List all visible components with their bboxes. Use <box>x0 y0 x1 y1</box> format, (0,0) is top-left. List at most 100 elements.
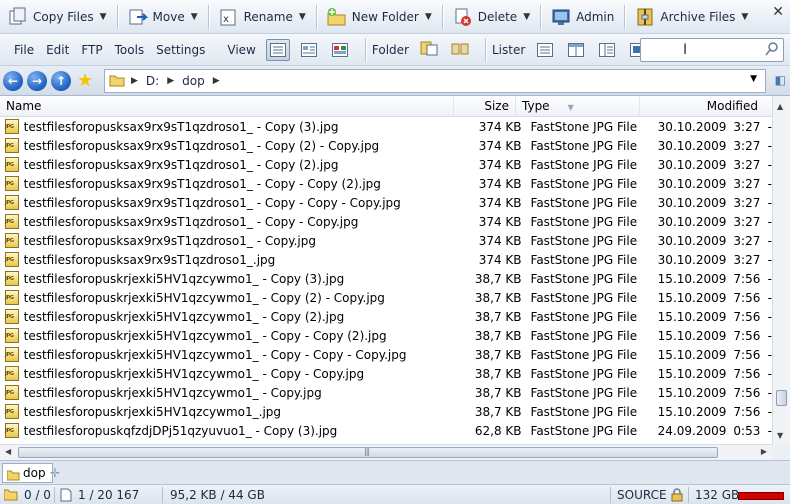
chevron-right-icon[interactable]: ▶ <box>131 76 138 86</box>
menu-tools[interactable]: Tools <box>115 43 145 57</box>
scrollbar-thumb[interactable] <box>776 390 787 406</box>
chevron-down-icon[interactable]: ▼ <box>100 12 107 22</box>
up-icon[interactable]: ↑ <box>51 70 71 91</box>
chevron-down-icon[interactable]: ▼ <box>299 12 306 22</box>
move-button[interactable]: Move ▼ <box>124 4 202 30</box>
chevron-down-icon[interactable]: ▼ <box>523 12 530 22</box>
folder-options-button[interactable] <box>417 39 441 61</box>
delete-button[interactable]: Delete ▼ <box>449 4 534 30</box>
scroll-up-icon[interactable]: ▲ <box>777 102 783 111</box>
menu-folder[interactable]: Folder <box>372 43 409 57</box>
file-size: 374 KB <box>478 195 522 210</box>
status-divider <box>610 487 611 503</box>
navigation-bar: ← → ↑ ★ ▶ D: ▶ dop ▶ ▼ ◧ <box>0 66 790 96</box>
chevron-right-icon[interactable]: ▶ <box>167 76 174 86</box>
table-row[interactable]: testfilesforopuskrjexki5HV1qzcywmo1_ - C… <box>0 364 772 383</box>
rename-button[interactable]: x Rename ▼ <box>215 4 310 30</box>
chevron-right-icon[interactable]: ▶ <box>213 76 220 86</box>
scroll-down-icon[interactable]: ▼ <box>777 431 783 440</box>
favorites-icon[interactable]: ★ <box>77 70 93 91</box>
table-row[interactable]: testfilesforopuskrjexki5HV1qzcywmo1_ - C… <box>0 383 772 402</box>
lister-dual-vertical-button[interactable] <box>564 39 588 61</box>
column-modified[interactable]: Modified <box>640 96 764 117</box>
text-cursor-icon: I <box>683 42 688 58</box>
file-type: FastStone JPG File <box>530 157 638 172</box>
lock-icon[interactable] <box>670 488 684 504</box>
file-size: 374 KB <box>478 214 522 229</box>
new-folder-button[interactable]: New Folder ▼ <box>323 4 436 30</box>
menu-file[interactable]: File <box>14 43 34 57</box>
file-date: 24.09.2009 <box>657 423 727 438</box>
chevron-down-icon[interactable]: ▼ <box>741 12 748 22</box>
breadcrumb-folder[interactable]: dop <box>182 74 205 88</box>
file-extra: - <box>767 423 772 438</box>
table-row[interactable]: testfilesforopusksax9rx9sT1qzdroso1_ - C… <box>0 212 772 231</box>
table-row[interactable]: testfilesforopusksax9rx9sT1qzdroso1_ - C… <box>0 136 772 155</box>
table-row[interactable]: testfilesforopusksax9rx9sT1qzdroso1_ - C… <box>0 174 772 193</box>
close-icon[interactable]: ✕ <box>772 4 784 20</box>
table-row[interactable]: testfilesforopuskrjexki5HV1qzcywmo1_.jpg… <box>0 402 772 421</box>
column-size[interactable]: Size <box>454 95 516 117</box>
chevron-down-icon[interactable]: ▼ <box>425 12 432 22</box>
file-extra: - <box>767 404 772 419</box>
search-icon[interactable] <box>765 42 779 59</box>
table-row[interactable]: testfilesforopusksax9rx9sT1qzdroso1_ - C… <box>0 155 772 174</box>
column-name[interactable]: Name <box>0 95 454 117</box>
search-box[interactable]: I <box>640 38 784 62</box>
view-thumbnails-button[interactable] <box>328 39 352 61</box>
scroll-left-icon[interactable]: ◀ <box>5 447 11 456</box>
copy-files-button[interactable]: Copy Files ▼ <box>4 4 111 30</box>
lister-tree-button[interactable] <box>595 39 619 61</box>
jpg-file-icon <box>5 328 19 343</box>
chevron-down-icon[interactable]: ▼ <box>191 12 198 22</box>
horizontal-scrollbar[interactable]: ◀ ||| ▶ <box>0 444 772 460</box>
tab-dop[interactable]: dop <box>2 463 53 483</box>
panel-toggle-icon[interactable]: ◧ <box>775 73 786 87</box>
scroll-right-icon[interactable]: ▶ <box>761 447 767 456</box>
search-input[interactable] <box>645 40 763 60</box>
table-row[interactable]: testfilesforopuskrjexki5HV1qzcywmo1_ - C… <box>0 269 772 288</box>
folder-compare-button[interactable] <box>448 39 472 61</box>
breadcrumb[interactable]: ▶ D: ▶ dop ▶ ▼ <box>104 69 766 93</box>
menu-view[interactable]: View <box>227 43 255 57</box>
column-type[interactable]: Type ▼ <box>516 95 640 117</box>
status-divider <box>162 487 163 503</box>
vertical-scrollbar[interactable]: ▲ ▼ <box>772 96 790 444</box>
menu-settings[interactable]: Settings <box>156 43 205 57</box>
file-time: 7:56 <box>733 328 761 343</box>
menu-ftp[interactable]: FTP <box>81 43 102 57</box>
table-row[interactable]: testfilesforopuskrjexki5HV1qzcywmo1_ - C… <box>0 326 772 345</box>
table-row[interactable]: testfilesforopuskrjexki5HV1qzcywmo1_ - C… <box>0 345 772 364</box>
table-row[interactable]: testfilesforopusksax9rx9sT1qzdroso1_ - C… <box>0 193 772 212</box>
menu-edit[interactable]: Edit <box>46 43 69 57</box>
table-row[interactable]: testfilesforopusksax9rx9sT1qzdroso1_ - C… <box>0 231 772 250</box>
file-type: FastStone JPG File <box>530 347 638 362</box>
archive-files-button[interactable]: Archive Files ▼ <box>631 4 752 30</box>
lister-dual-vertical-icon <box>568 42 585 57</box>
size-info: 95,2 KB / 44 GB <box>170 488 265 502</box>
file-size: 38,7 KB <box>474 271 522 286</box>
menu-lister[interactable]: Lister <box>492 43 525 57</box>
back-icon[interactable]: ← <box>3 70 23 91</box>
view-details-button[interactable] <box>265 38 290 61</box>
file-date: 15.10.2009 <box>657 271 727 286</box>
file-extra: - <box>767 271 772 286</box>
table-row[interactable]: testfilesforopuskrjexki5HV1qzcywmo1_ - C… <box>0 288 772 307</box>
file-type: FastStone JPG File <box>530 214 638 229</box>
forward-icon[interactable]: → <box>27 70 47 91</box>
chevron-down-icon[interactable]: ▼ <box>750 74 757 84</box>
table-row[interactable]: testfilesforopuskqfzdjDPj51qzyuvuo1_ - C… <box>0 421 772 440</box>
view-list-button[interactable] <box>297 39 321 61</box>
table-row[interactable]: testfilesforopusksax9rx9sT1qzdroso1_.jpg… <box>0 250 772 269</box>
file-name: testfilesforopuskrjexki5HV1qzcywmo1_.jpg <box>23 404 282 419</box>
table-row[interactable]: testfilesforopuskrjexki5HV1qzcywmo1_ - C… <box>0 307 772 326</box>
new-tab-icon[interactable]: ✛ <box>50 466 60 480</box>
svg-text:x: x <box>223 14 229 25</box>
admin-button[interactable]: Admin <box>547 4 618 30</box>
lister-single-button[interactable] <box>533 39 557 61</box>
breadcrumb-drive[interactable]: D: <box>146 74 159 88</box>
scrollbar-thumb[interactable]: ||| <box>18 447 718 458</box>
file-type: FastStone JPG File <box>530 309 638 324</box>
toolbar-divider <box>484 37 486 62</box>
table-row[interactable]: testfilesforopusksax9rx9sT1qzdroso1_ - C… <box>0 117 772 136</box>
